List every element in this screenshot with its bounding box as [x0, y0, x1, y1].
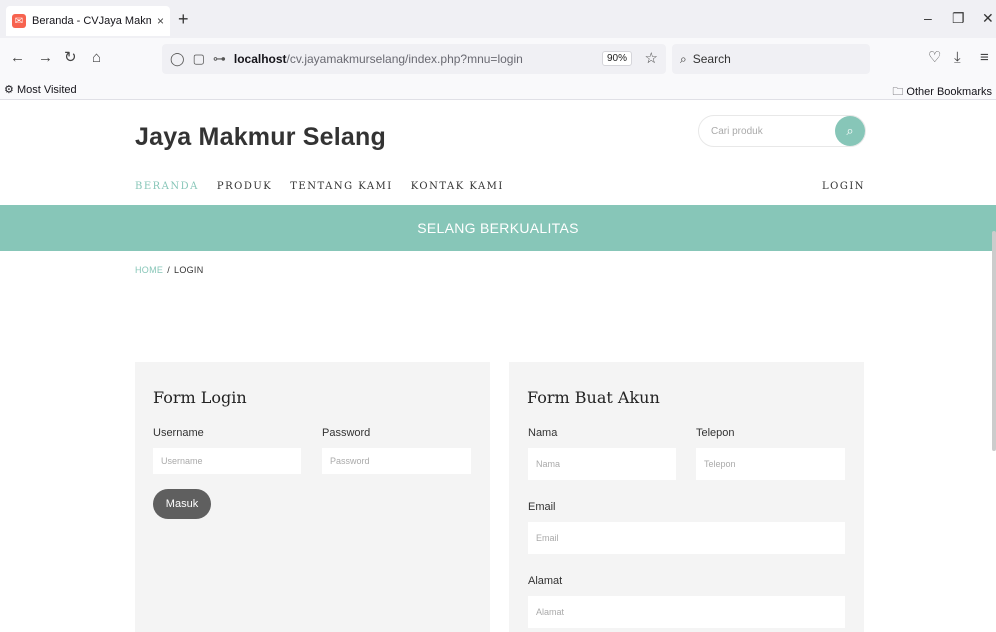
main-menu: BERANDA PRODUK TENTANG KAMI KONTAK KAMI: [135, 181, 504, 192]
search-icon: ⌕: [680, 51, 687, 66]
nama-input[interactable]: [528, 448, 676, 480]
address-bar[interactable]: ◯ ▢ ⊶ localhost/cv.jayamakmurselang/inde…: [162, 44, 666, 74]
new-tab-button[interactable]: +: [178, 10, 189, 28]
browser-search-label: Search: [692, 52, 731, 66]
telepon-label: Telepon: [696, 427, 735, 439]
site-brand[interactable]: Jaya Makmur Selang: [135, 123, 386, 152]
browser-search-bar[interactable]: ⌕ Search: [672, 44, 870, 74]
login-form-title: Form Login: [153, 388, 247, 407]
other-bookmarks-folder[interactable]: 🗀 Other Bookmarks: [892, 83, 992, 102]
gear-icon: ⚙: [4, 84, 14, 96]
email-label: Email: [528, 501, 556, 513]
username-input[interactable]: [153, 448, 301, 474]
minimize-icon[interactable]: –: [924, 10, 932, 26]
browser-tab[interactable]: ✉ Beranda - CVJaya Makmur Sela ×: [6, 6, 170, 36]
url-path: /cv.jayamakmurselang/index.php?mnu=login: [286, 52, 523, 66]
browser-nav-bar: ← → ↻ ⌂ ◯ ▢ ⊶ localhost/cv.jayamakmursel…: [0, 38, 996, 80]
shield-icon[interactable]: ◯: [170, 51, 185, 67]
folder-icon: 🗀: [892, 86, 904, 98]
alamat-input[interactable]: [528, 596, 845, 628]
forward-icon[interactable]: →: [38, 50, 53, 66]
most-visited-bookmark[interactable]: ⚙ Most Visited: [4, 83, 77, 96]
login-link[interactable]: LOGIN: [822, 181, 865, 192]
password-label: Password: [322, 427, 371, 439]
login-form-panel: Form Login Username Password Masuk: [135, 362, 490, 632]
register-form-title: Form Buat Akun: [527, 388, 660, 407]
close-window-icon[interactable]: ✕: [982, 10, 994, 27]
restore-icon[interactable]: ❐: [952, 10, 965, 27]
banner: SELANG BERKUALITAS: [0, 205, 996, 251]
home-icon[interactable]: ⌂: [92, 50, 101, 66]
other-bookmarks-label: Other Bookmarks: [906, 86, 992, 98]
login-submit-button[interactable]: Masuk: [153, 489, 211, 519]
menu-icon[interactable]: ≡: [980, 50, 989, 66]
zoom-level-badge[interactable]: 90%: [601, 51, 632, 66]
reload-icon[interactable]: ↻: [64, 50, 77, 66]
url-text[interactable]: localhost/cv.jayamakmurselang/index.php?…: [234, 52, 523, 66]
breadcrumb: HOME / LOGIN: [135, 265, 204, 275]
register-form-panel: Form Buat Akun Nama Telepon Email Alamat: [509, 362, 864, 632]
key-icon[interactable]: ⊶: [213, 51, 226, 67]
menu-item-tentang-kami[interactable]: TENTANG KAMI: [290, 181, 392, 192]
bookmark-star-icon[interactable]: ☆: [645, 49, 658, 67]
breadcrumb-current: LOGIN: [174, 265, 204, 275]
menu-item-beranda[interactable]: BERANDA: [135, 181, 199, 192]
web-page: Jaya Makmur Selang ⌕ BERANDA PRODUK TENT…: [0, 101, 996, 632]
downloads-icon[interactable]: ⤓: [954, 50, 961, 66]
page-icon: ▢: [192, 51, 205, 66]
tab-title: Beranda - CVJaya Makmur Sela: [32, 15, 151, 27]
site-search: ⌕: [698, 115, 866, 147]
browser-tab-bar: ✉ Beranda - CVJaya Makmur Sela × + – ❐ ✕: [0, 0, 996, 38]
breadcrumb-separator: /: [167, 265, 171, 275]
back-icon[interactable]: ←: [10, 50, 25, 66]
site-favicon-icon: ✉: [12, 14, 26, 28]
url-host: localhost: [233, 52, 287, 66]
nama-label: Nama: [528, 427, 558, 439]
search-button-icon[interactable]: ⌕: [835, 116, 865, 146]
most-visited-label: Most Visited: [16, 84, 77, 96]
email-input[interactable]: [528, 522, 845, 554]
close-tab-icon[interactable]: ×: [157, 14, 164, 28]
bookmarks-bar: ⚙ Most Visited 🗀 Other Bookmarks: [0, 80, 996, 100]
pocket-icon[interactable]: ♡: [928, 50, 941, 66]
telepon-input[interactable]: [696, 448, 845, 480]
site-search-input[interactable]: [711, 125, 831, 137]
alamat-label: Alamat: [528, 575, 563, 587]
username-label: Username: [153, 427, 204, 439]
menu-item-kontak-kami[interactable]: KONTAK KAMI: [411, 181, 504, 192]
breadcrumb-home[interactable]: HOME: [135, 265, 163, 275]
menu-item-produk[interactable]: PRODUK: [217, 181, 272, 192]
page-scrollbar[interactable]: [992, 231, 996, 451]
password-input[interactable]: [322, 448, 471, 474]
